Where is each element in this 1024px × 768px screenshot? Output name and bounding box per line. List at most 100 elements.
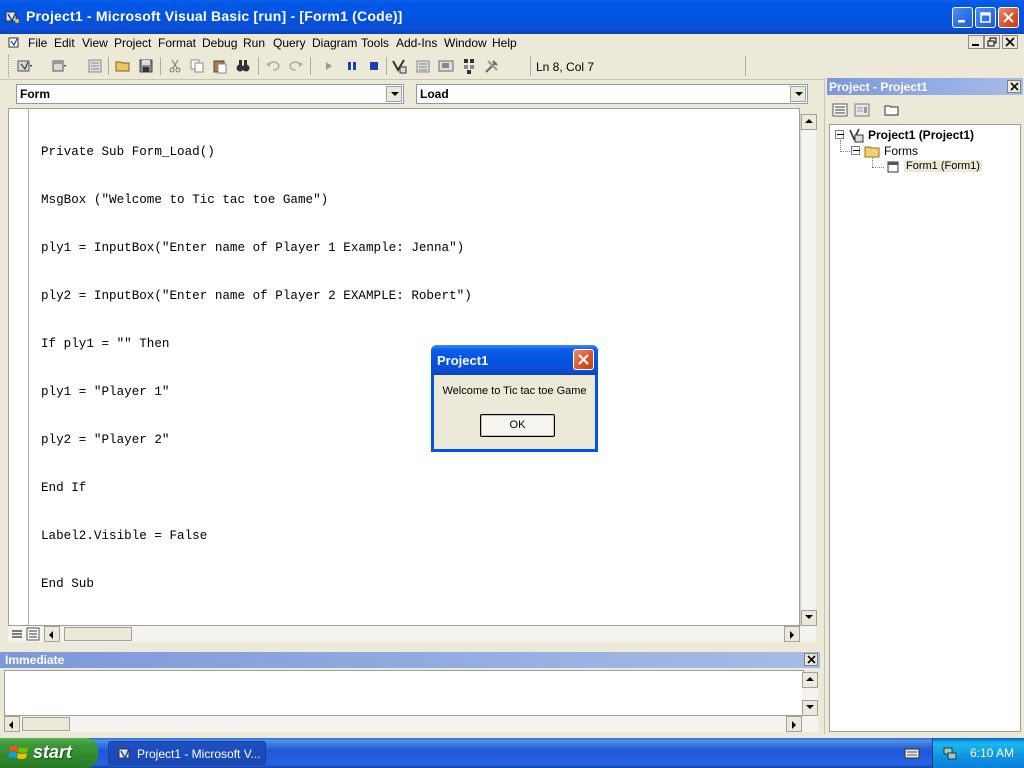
view-object-icon[interactable] — [853, 102, 871, 118]
immediate-horizontal-scrollbar[interactable] — [4, 716, 818, 732]
mdi-restore-button[interactable] — [984, 35, 1000, 49]
title-bar[interactable]: Project1 - Microsoft Visual Basic [run] … — [0, 0, 1024, 34]
menu-project[interactable]: Project — [114, 36, 151, 50]
windows-logo-icon — [9, 746, 28, 759]
scroll-right-button[interactable] — [786, 716, 802, 732]
menu-tools[interactable]: Tools — [361, 36, 389, 50]
minimize-icon — [972, 44, 979, 46]
visual-basic-icon — [5, 11, 19, 23]
code-line: Label2.Visible = False — [41, 529, 208, 543]
menu-debug[interactable]: Debug — [202, 36, 237, 50]
clock[interactable]: 6:10 AM — [970, 746, 1014, 760]
code-vertical-scrollbar[interactable] — [800, 114, 817, 626]
collapse-toggle[interactable] — [835, 130, 844, 139]
toggle-folders-icon[interactable] — [883, 102, 901, 118]
window-title: Project1 - Microsoft Visual Basic [run] … — [26, 8, 403, 24]
break-icon[interactable] — [343, 57, 361, 75]
close-icon — [807, 655, 816, 664]
end-stop-icon[interactable] — [365, 57, 383, 75]
mdi-minimize-button[interactable] — [968, 35, 984, 49]
code-editor[interactable]: Private Sub Form_Load() MsgBox ("Welcome… — [8, 108, 800, 626]
project-explorer-close-button[interactable] — [1007, 80, 1021, 93]
procedure-combo-arrow[interactable] — [790, 86, 806, 102]
code-window-icon[interactable] — [8, 36, 22, 50]
menu-add-ins[interactable]: Add-Ins — [396, 36, 437, 50]
maximize-button[interactable] — [975, 7, 996, 28]
find-icon[interactable] — [234, 57, 252, 75]
menu-help[interactable]: Help — [492, 36, 517, 50]
message-box-title: Project1 — [437, 353, 489, 368]
minimize-button[interactable] — [952, 7, 973, 28]
menu-run[interactable]: Run — [243, 36, 265, 50]
close-icon — [1005, 37, 1015, 47]
menu-query[interactable]: Query — [273, 36, 306, 50]
taskbar-item-visual-basic[interactable]: Project1 - Microsoft V... — [108, 741, 266, 765]
toolbox-icon[interactable] — [483, 57, 501, 75]
object-browser-icon[interactable] — [460, 57, 478, 75]
form-layout-icon[interactable] — [437, 57, 455, 75]
add-form-icon[interactable] — [50, 57, 68, 75]
undo-icon[interactable] — [264, 57, 282, 75]
full-module-view-icon[interactable] — [26, 627, 40, 641]
network-icon[interactable] — [942, 745, 958, 761]
close-button[interactable] — [998, 7, 1019, 28]
scroll-left-button[interactable] — [4, 716, 20, 732]
project-tree[interactable]: Project1 (Project1) Forms Form1 (Form1) — [829, 124, 1021, 732]
immediate-title-bar[interactable]: Immediate — [0, 652, 820, 668]
collapse-toggle[interactable] — [851, 146, 860, 155]
maximize-icon — [980, 12, 991, 23]
chevron-up-icon — [805, 119, 813, 123]
code-margin[interactable] — [9, 109, 29, 625]
view-code-icon[interactable] — [831, 102, 849, 118]
add-project-icon[interactable] — [16, 57, 34, 75]
save-icon[interactable] — [137, 57, 155, 75]
code-lines[interactable]: Private Sub Form_Load() MsgBox ("Welcome… — [41, 112, 472, 624]
paste-icon[interactable] — [211, 57, 229, 75]
immediate-title: Immediate — [5, 653, 65, 667]
object-combo-arrow[interactable] — [386, 86, 402, 102]
code-line: ply1 = "Player 1" — [41, 385, 170, 399]
scroll-down-button[interactable] — [801, 610, 817, 626]
scroll-up-button[interactable] — [801, 114, 817, 130]
code-horizontal-scrollbar[interactable] — [8, 626, 816, 642]
menu-view[interactable]: View — [82, 36, 108, 50]
scroll-right-button[interactable] — [784, 626, 800, 642]
menu-diagram[interactable]: Diagram — [312, 36, 357, 50]
scroll-thumb[interactable] — [64, 627, 132, 641]
menu-file[interactable]: File — [28, 36, 47, 50]
scroll-up-button[interactable] — [802, 672, 818, 688]
properties-window-icon[interactable] — [414, 57, 432, 75]
ok-button[interactable]: OK — [480, 414, 555, 437]
project-explorer-title-bar[interactable]: Project - Project1 — [827, 78, 1023, 95]
menu-format[interactable]: Format — [158, 36, 196, 50]
message-box-close-button[interactable] — [573, 349, 594, 370]
message-box-title-bar[interactable]: Project1 — [431, 345, 598, 375]
scroll-down-button[interactable] — [802, 700, 818, 716]
cut-icon[interactable] — [166, 57, 184, 75]
open-folder-icon[interactable] — [114, 57, 132, 75]
scroll-thumb[interactable] — [22, 717, 70, 731]
immediate-vertical-scrollbar[interactable] — [802, 672, 818, 716]
procedure-combo[interactable]: Load — [416, 84, 808, 104]
toolbar-grip[interactable] — [8, 55, 11, 77]
start-run-icon[interactable] — [320, 57, 338, 75]
tree-folder-forms[interactable]: Forms — [884, 144, 918, 158]
tree-project[interactable]: Project1 (Project1) — [868, 128, 974, 142]
start-button[interactable]: start — [0, 738, 98, 768]
tree-form[interactable]: Form1 (Form1) — [904, 160, 982, 172]
project-explorer-icon[interactable] — [390, 57, 408, 75]
keyboard-icon[interactable] — [904, 746, 920, 760]
restore-icon — [987, 37, 997, 47]
immediate-close-button[interactable] — [804, 653, 818, 666]
scroll-left-button[interactable] — [44, 626, 60, 642]
redo-icon[interactable] — [287, 57, 305, 75]
procedure-view-icon[interactable] — [10, 627, 24, 641]
mdi-close-button[interactable] — [1002, 35, 1018, 49]
menu-editor-icon[interactable] — [86, 57, 104, 75]
menu-window[interactable]: Window — [444, 36, 487, 50]
immediate-input[interactable] — [4, 670, 804, 716]
chevron-left-icon — [49, 631, 53, 639]
copy-icon[interactable] — [188, 57, 206, 75]
object-combo[interactable]: Form — [16, 84, 404, 104]
menu-edit[interactable]: Edit — [54, 36, 75, 50]
